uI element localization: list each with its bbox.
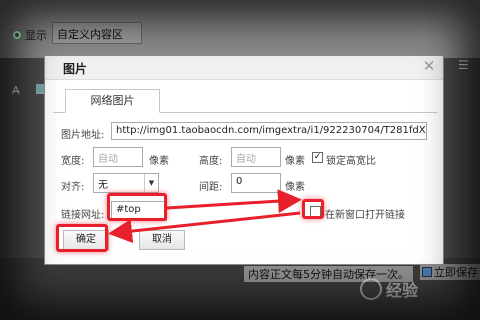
lock-ratio-label: 锁定高宽比	[326, 156, 376, 167]
spacing-unit: 像素	[285, 182, 305, 193]
align-label: 对齐:	[61, 182, 85, 193]
new-window-label: 在新窗口打开链接	[325, 210, 405, 221]
show-radio[interactable]: 显示	[12, 27, 47, 43]
radio-icon[interactable]	[12, 30, 22, 40]
width-unit: 像素	[149, 156, 169, 167]
ok-button[interactable]: 确定	[63, 230, 109, 250]
spacing-label: 间距:	[199, 182, 223, 193]
cancel-button[interactable]: 取消	[139, 230, 185, 250]
image-url-label: 图片地址:	[61, 130, 105, 141]
dialog-header: 图片 ✕	[45, 56, 443, 80]
image-url-input[interactable]: http://img01.taobaocdn.com/imgextra/i1/9…	[111, 122, 427, 140]
link-url-label: 链接网址:	[61, 210, 105, 221]
font-color-icon: A̶	[12, 84, 20, 97]
link-url-input[interactable]: #top	[111, 201, 167, 221]
width-input[interactable]: 自动	[93, 147, 143, 167]
tab-network-image[interactable]: 网络图片	[65, 89, 160, 113]
height-label: 高度:	[199, 156, 223, 167]
show-radio-label: 显示	[25, 29, 47, 42]
list-icon: ☰	[458, 58, 469, 72]
watermark: 经验	[360, 272, 470, 306]
new-window-checkbox[interactable]	[310, 206, 321, 217]
watermark-text: 经验	[386, 281, 419, 300]
align-select[interactable]: 无 ▼	[93, 173, 159, 193]
spacing-input[interactable]: 0	[231, 173, 281, 193]
dialog-title: 图片	[63, 62, 88, 76]
close-icon[interactable]: ✕	[421, 58, 437, 74]
lock-ratio-checkbox[interactable]: ✓	[312, 152, 323, 163]
align-select-value: 无	[98, 180, 108, 191]
screen-backdrop: 显示 自定义内容区 A̶ ☰ 内容正文每5分钟自动保存一次。 立即保存 经验 图…	[0, 0, 480, 320]
height-unit: 像素	[285, 156, 305, 167]
custom-area-input[interactable]: 自定义内容区	[52, 22, 142, 44]
height-input[interactable]: 自动	[231, 147, 281, 167]
image-dialog: 图片 ✕ 网络图片 图片地址: http://img01.taobaocdn.c…	[44, 55, 444, 265]
chevron-down-icon[interactable]: ▼	[144, 174, 158, 192]
paw-logo-icon	[360, 278, 382, 300]
width-label: 宽度:	[61, 156, 85, 167]
